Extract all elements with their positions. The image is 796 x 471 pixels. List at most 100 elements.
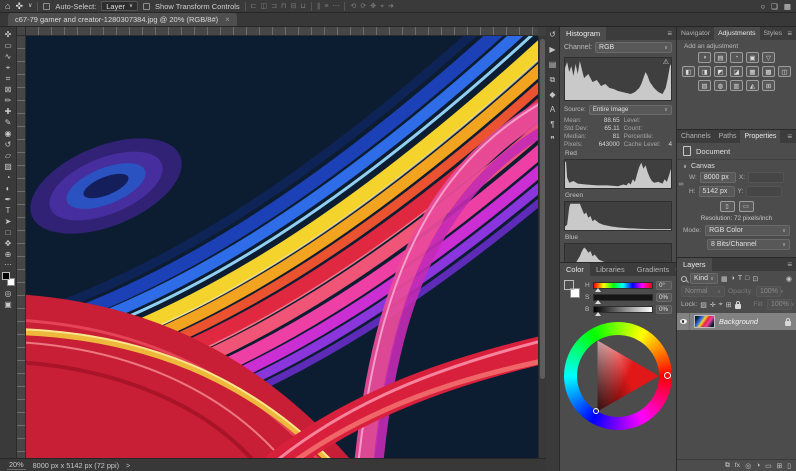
hue-slider[interactable] — [593, 282, 653, 289]
channel-dropdown[interactable]: RGB∨ — [595, 42, 672, 53]
filter-kind-dropdown[interactable]: Kind∨ — [690, 273, 718, 284]
status-chevron-icon[interactable]: > — [126, 461, 130, 470]
more-align-icon[interactable]: ⋯ — [332, 1, 339, 12]
quick-mask-button[interactable]: ◎ — [0, 288, 17, 299]
foreground-color-swatch[interactable] — [2, 272, 10, 280]
hue-selector[interactable] — [664, 372, 671, 379]
active-tool-icon[interactable]: ✜ — [15, 1, 23, 12]
distribute-v-icon[interactable]: ≡ — [324, 1, 328, 12]
align-middle-icon[interactable]: ⊟ — [291, 1, 297, 12]
healing-brush-tool[interactable]: ✚ — [0, 106, 17, 117]
source-dropdown[interactable]: Entire Image∨ — [589, 105, 672, 115]
lasso-tool[interactable]: ∿ — [0, 51, 17, 62]
auto-select-target-dropdown[interactable]: Layer∨ — [101, 1, 138, 11]
align-top-icon[interactable]: ⊓ — [281, 1, 286, 12]
adj-photo-filter-icon[interactable]: ◪ — [730, 66, 743, 77]
character-panel-icon[interactable]: A — [550, 106, 555, 114]
gradient-tool[interactable]: ▨ — [0, 161, 17, 172]
path-selection-tool[interactable]: ➤ — [0, 216, 17, 227]
fill-field[interactable]: 100%∨ — [767, 299, 792, 310]
actions-panel-icon[interactable]: ▶ — [549, 46, 555, 54]
eyedropper-tool[interactable]: ✏ — [0, 95, 17, 106]
adj-color-lookup-icon[interactable]: ▩ — [762, 66, 775, 77]
align-left-icon[interactable]: ⊏ — [251, 1, 257, 12]
adj-selective-color-icon[interactable]: ◭ — [746, 80, 759, 91]
link-layers-icon[interactable]: ⧉ — [725, 462, 730, 470]
align-bottom-icon[interactable]: ⊔ — [300, 1, 305, 12]
brush-settings-panel-icon[interactable]: ▤ — [549, 61, 557, 69]
tab-paths[interactable]: Paths — [715, 130, 741, 143]
grid-view-icon[interactable]: ▦ — [784, 1, 791, 12]
brightness-value-field[interactable]: 0% — [656, 305, 672, 314]
adj-threshold-icon[interactable]: ◍ — [714, 80, 727, 91]
layer-row-background[interactable]: Background — [677, 313, 796, 330]
tab-properties[interactable]: Properties — [740, 130, 780, 143]
panel-menu-icon[interactable]: ≡ — [667, 27, 676, 40]
tab-layers[interactable]: Layers — [677, 258, 712, 271]
tool-preset-arrow-icon[interactable]: ∨ — [28, 1, 32, 12]
landscape-orientation-button[interactable]: ▭ — [739, 201, 754, 212]
clone-stamp-tool[interactable]: ◉ — [0, 128, 17, 139]
link-dimensions-icon[interactable]: ∞ — [677, 181, 685, 188]
height-field[interactable]: 5142 px — [699, 186, 735, 197]
lock-all-icon[interactable] — [735, 304, 741, 309]
layer-visibility-toggle[interactable] — [677, 313, 690, 330]
adj-vibrance-icon[interactable]: ▽ — [762, 52, 775, 63]
pen-tool[interactable]: ✒ — [0, 194, 17, 205]
blur-tool[interactable]: ◔ — [0, 172, 17, 183]
zoom-level-field[interactable]: 20% — [7, 460, 26, 470]
eraser-tool[interactable]: ▱ — [0, 150, 17, 161]
show-transform-checkbox[interactable] — [143, 3, 150, 10]
ruler-origin[interactable] — [17, 27, 26, 36]
info-panel-icon[interactable]: ◆ — [549, 91, 555, 99]
lock-position-icon[interactable]: ⌖ — [719, 301, 723, 309]
layer-effects-icon[interactable]: fx — [735, 462, 740, 469]
filter-type-layers-icon[interactable]: T — [738, 275, 742, 283]
filter-toggle-icon[interactable]: ◉ — [786, 275, 792, 283]
color-mode-dropdown[interactable]: RGB Color∨ — [705, 225, 790, 236]
blend-mode-dropdown[interactable]: Normal∨ — [681, 286, 725, 297]
bit-depth-dropdown[interactable]: 8 Bits/Channel∨ — [707, 239, 790, 250]
move-tool[interactable]: ✜ — [0, 29, 17, 40]
adj-channel-mixer-icon[interactable]: ▦ — [746, 66, 759, 77]
align-center-h-icon[interactable]: ◫ — [261, 1, 268, 12]
lock-transparency-icon[interactable]: ▨ — [700, 301, 707, 309]
tab-gradients[interactable]: Gradients — [631, 263, 676, 276]
new-group-icon[interactable]: ▭ — [765, 462, 771, 470]
saturation-slider[interactable] — [593, 294, 653, 301]
distribute-h-icon[interactable]: ∥ — [317, 1, 321, 12]
tab-histogram[interactable]: Histogram — [560, 27, 606, 40]
adj-brightness-contrast-icon[interactable]: ◑ — [698, 52, 711, 63]
adj-levels-icon[interactable]: ▤ — [714, 52, 727, 63]
panel-menu-icon[interactable]: ≡ — [787, 258, 796, 271]
horizontal-ruler[interactable] — [26, 27, 538, 36]
adj-hue-saturation-icon[interactable]: ◧ — [682, 66, 695, 77]
edit-toolbar-icon[interactable]: ⋯ — [4, 260, 12, 269]
3d-scale-icon[interactable]: ➜ — [388, 1, 394, 12]
rectangle-tool[interactable]: □ — [0, 227, 17, 238]
vertical-scrollbar-thumb[interactable] — [540, 39, 545, 379]
zoom-tool[interactable]: ⊕ — [0, 249, 17, 260]
workspace-icon[interactable]: ❏ — [771, 1, 778, 12]
delete-layer-icon[interactable]: ▯ — [787, 462, 791, 470]
panel-menu-icon[interactable]: ≡ — [787, 27, 796, 40]
screen-mode-button[interactable]: ▣ — [0, 299, 17, 310]
document-tab[interactable]: c67-79 gamer and creator-1280307384.jpg … — [8, 13, 237, 26]
3d-orbit-icon[interactable]: ⟲ — [350, 1, 356, 12]
marquee-tool[interactable]: ▭ — [0, 40, 17, 51]
adj-color-balance-icon[interactable]: ◨ — [698, 66, 711, 77]
home-icon[interactable]: ⌂ — [5, 1, 10, 12]
color-swatches[interactable] — [2, 272, 15, 286]
history-panel-icon[interactable]: ↺ — [549, 31, 556, 39]
tab-adjustments[interactable]: Adjustments — [714, 27, 759, 40]
lock-artboard-icon[interactable]: ⊞ — [726, 301, 732, 309]
3d-pan-icon[interactable]: ✥ — [370, 1, 376, 12]
hand-tool[interactable]: ✥ — [0, 238, 17, 249]
adj-exposure-icon[interactable]: ▣ — [746, 52, 759, 63]
auto-select-checkbox[interactable] — [43, 3, 50, 10]
color-wheel[interactable] — [564, 322, 672, 430]
layer-name[interactable]: Background — [719, 317, 758, 326]
search-icon[interactable]: ○ — [761, 1, 766, 12]
brush-tool[interactable]: ✎ — [0, 117, 17, 128]
tab-color[interactable]: Color — [560, 263, 590, 276]
